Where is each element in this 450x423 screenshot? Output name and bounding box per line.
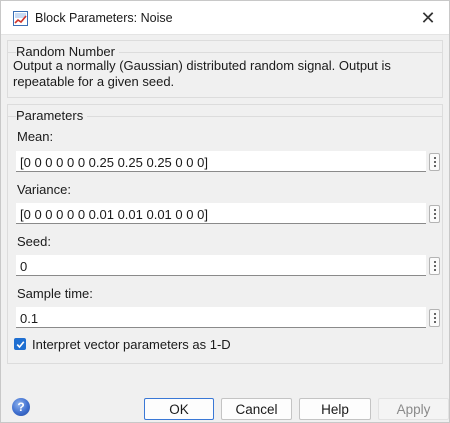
mean-label: Mean: [17, 129, 54, 144]
sample-time-input[interactable] [16, 307, 426, 328]
apply-button[interactable]: Apply [378, 398, 449, 420]
block-description: Output a normally (Gaussian) distributed… [13, 58, 391, 89]
interpret-vector-row: Interpret vector parameters as 1-D [14, 336, 231, 352]
sample-time-options-button[interactable] [429, 309, 440, 327]
question-mark-glyph: ? [17, 400, 25, 414]
window-title: Block Parameters: Noise [35, 11, 173, 25]
mean-input[interactable] [16, 151, 426, 172]
variance-options-button[interactable] [429, 205, 440, 223]
parameters-group-title: Parameters [16, 108, 88, 123]
block-group-title: Random Number [16, 44, 119, 59]
variance-label: Variance: [17, 182, 71, 197]
close-button[interactable]: ✕ [413, 3, 443, 33]
help-icon[interactable]: ? [12, 398, 30, 416]
ok-button[interactable]: OK [144, 398, 214, 420]
close-icon: ✕ [420, 7, 436, 28]
mean-options-button[interactable] [429, 153, 440, 171]
help-button[interactable]: Help [299, 398, 371, 420]
seed-input[interactable] [16, 255, 426, 276]
simulink-block-icon [13, 11, 28, 26]
block-parameters-dialog: Block Parameters: Noise ✕ Random Number … [0, 0, 450, 423]
interpret-vector-label: Interpret vector parameters as 1-D [32, 336, 231, 352]
checkmark-icon [16, 340, 24, 348]
interpret-vector-checkbox[interactable] [14, 338, 26, 350]
seed-options-button[interactable] [429, 257, 440, 275]
cancel-button[interactable]: Cancel [221, 398, 292, 420]
variance-input[interactable] [16, 203, 426, 224]
seed-label: Seed: [17, 234, 51, 249]
sample-time-label: Sample time: [17, 286, 93, 301]
title-bar[interactable]: Block Parameters: Noise ✕ [1, 1, 449, 35]
